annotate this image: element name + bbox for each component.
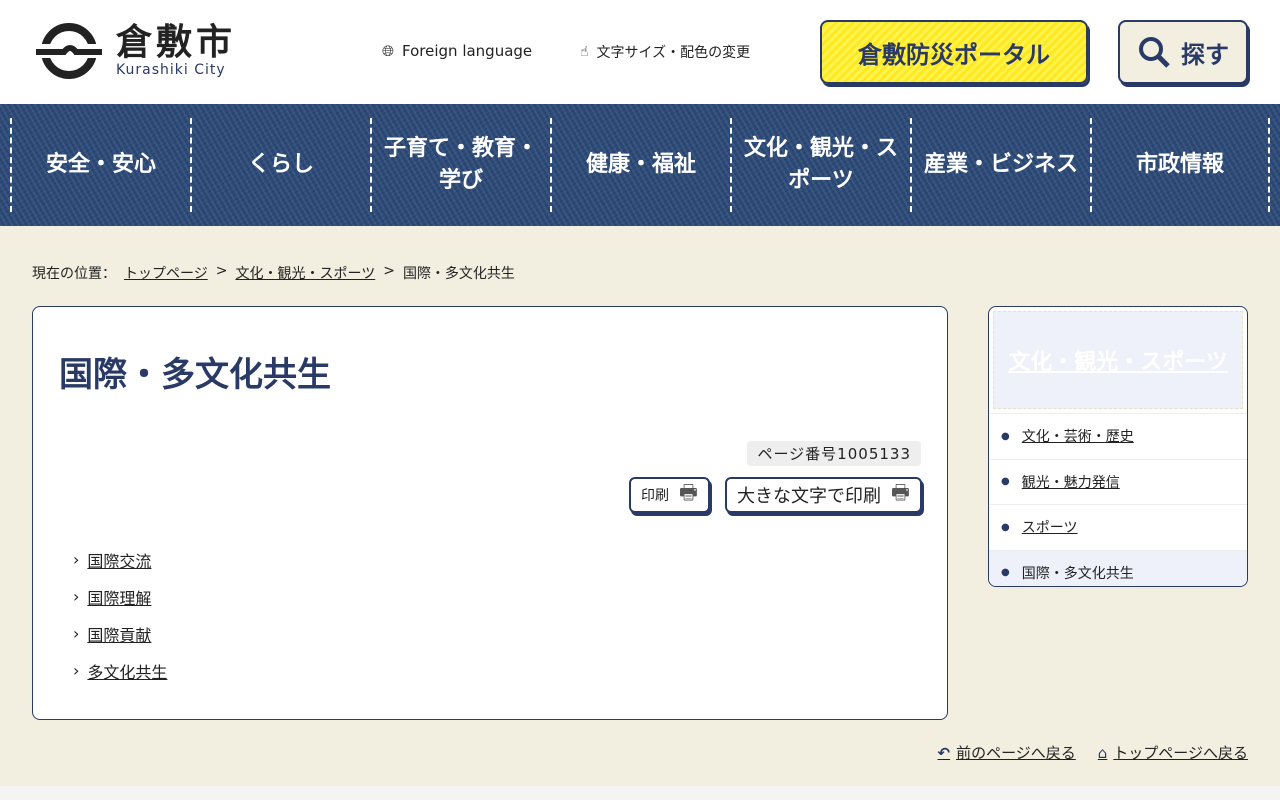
breadcrumb-top[interactable]: トップページ [124,263,208,283]
link-international-understanding[interactable]: 国際理解 [87,585,151,609]
breadcrumb-current: 国際・多文化共生 [402,266,515,282]
foreign-language-label: Foreign language [402,42,533,60]
side-menu: 文化・観光・スポーツ ● 文化・芸術・歴史 ● 観光・魅力発信 ● スポーツ ● 国際・… [988,306,1248,587]
chevron-right-icon: › [73,587,80,606]
breadcrumb-separator: > [215,263,228,279]
list-item: › 国際交流 [73,541,167,578]
global-nav: 安全・安心 くらし 子育て・教育・学び 健康・福祉 文化・観光・スポーツ 産業・… [0,104,1280,226]
list-item: › 多文化共生 [73,652,167,689]
side-current-label: 国際・多文化共生 [1021,565,1134,582]
logo-english: Kurashiki City [116,62,226,78]
nav-culture-tourism-sports[interactable]: 文化・観光・スポーツ [730,118,910,212]
side-menu-header: 文化・観光・スポーツ [993,311,1243,409]
page-footer-links: ↶ 前のページへ戻る ⌂ トップページへ戻る [937,742,1248,763]
top-page-link[interactable]: ⌂ トップページへ戻る [1098,742,1248,763]
nav-childcare-education[interactable]: 子育て・教育・学び [370,118,550,212]
link-multicultural[interactable]: 多文化共生 [87,659,167,683]
nav-living[interactable]: くらし [190,118,370,212]
list-item: › 国際貢献 [73,615,167,652]
side-link-culture-art-history[interactable]: 文化・芸術・歴史 [1022,426,1134,446]
city-emblem-icon [34,23,104,79]
nav-industry-business[interactable]: 産業・ビジネス [910,118,1090,212]
breadcrumb: 現在の位置： トップページ > 文化・観光・スポーツ > 国際・多文化共生 [32,263,515,283]
breadcrumb-culture[interactable]: 文化・観光・スポーツ [235,263,375,283]
footer-strip [0,786,1280,800]
link-international-contribution[interactable]: 国際貢献 [87,622,151,646]
nav-health-welfare[interactable]: 健康・福祉 [550,118,730,212]
chevron-right-icon: › [73,661,80,680]
link-international-exchange[interactable]: 国際交流 [87,548,151,572]
main-content: 国際・多文化共生 ページ番号1005133 印刷 🖶 大きな文字で印刷 🖶 › 国際交… [32,306,948,720]
header: 倉敷市 Kurashiki City 🌐︎ Foreign language ☝︎… [0,0,1280,104]
top-label: トップページへ戻る [1113,744,1248,762]
search-icon [1139,37,1170,68]
side-link-sports[interactable]: スポーツ [1022,517,1078,537]
side-item: ● 観光・魅力発信 [989,458,1247,505]
bullet-icon: ● [1001,521,1010,533]
bullet-icon: ● [1001,567,1010,579]
side-item-current: ● 国際・多文化共生 [989,549,1247,586]
print-large-label: 大きな文字で印刷 [737,486,881,507]
font-color-settings-link[interactable]: ☝︎ 文字サイズ・配色の変更 [580,42,750,62]
back-label: 前のページへ戻る [956,744,1076,762]
breadcrumb-label: 現在の位置： [32,266,116,282]
chevron-right-icon: › [73,550,80,569]
side-menu-title-link[interactable]: 文化・観光・スポーツ [1008,344,1228,376]
nav-city-government[interactable]: 市政情報 [1090,118,1270,212]
side-item: ● スポーツ [989,504,1247,550]
printer-icon: 🖶 [679,480,698,504]
disaster-portal-button[interactable]: 倉敷防災ポータル [820,20,1088,84]
search-button[interactable]: 探す [1118,20,1248,84]
logo-japanese: 倉敷市 [116,22,237,63]
nav-safety[interactable]: 安全・安心 [10,118,190,212]
side-item: ● 文化・芸術・歴史 [989,413,1247,459]
home-icon: ⌂ [1097,743,1108,762]
hand-icon: ☝︎ [580,44,589,60]
return-arrow-icon: ↶ [937,743,951,762]
bullet-icon: ● [1001,430,1010,442]
foreign-language-link[interactable]: 🌐︎ Foreign language [382,42,532,60]
side-link-tourism[interactable]: 観光・魅力発信 [1022,472,1120,492]
print-button[interactable]: 印刷 🖶 [629,477,710,513]
print-label: 印刷 [641,488,669,504]
page-title: 国際・多文化共生 [59,355,331,395]
breadcrumb-separator: > [383,263,395,279]
printer-icon: 🖶 [891,480,910,504]
page-number: ページ番号1005133 [747,441,921,466]
font-color-label: 文字サイズ・配色の変更 [596,45,751,61]
globe-icon: 🌐︎ [382,42,395,60]
search-label: 探す [1181,40,1229,69]
logo[interactable]: 倉敷市 Kurashiki City [34,22,236,80]
back-link[interactable]: ↶ 前のページへ戻る [937,742,1075,763]
bullet-icon: ● [1001,476,1010,488]
print-large-button[interactable]: 大きな文字で印刷 🖶 [725,477,922,513]
category-links: › 国際交流 › 国際理解 › 国際貢献 › 多文化共生 [73,541,167,689]
chevron-right-icon: › [73,624,80,643]
list-item: › 国際理解 [73,578,167,615]
